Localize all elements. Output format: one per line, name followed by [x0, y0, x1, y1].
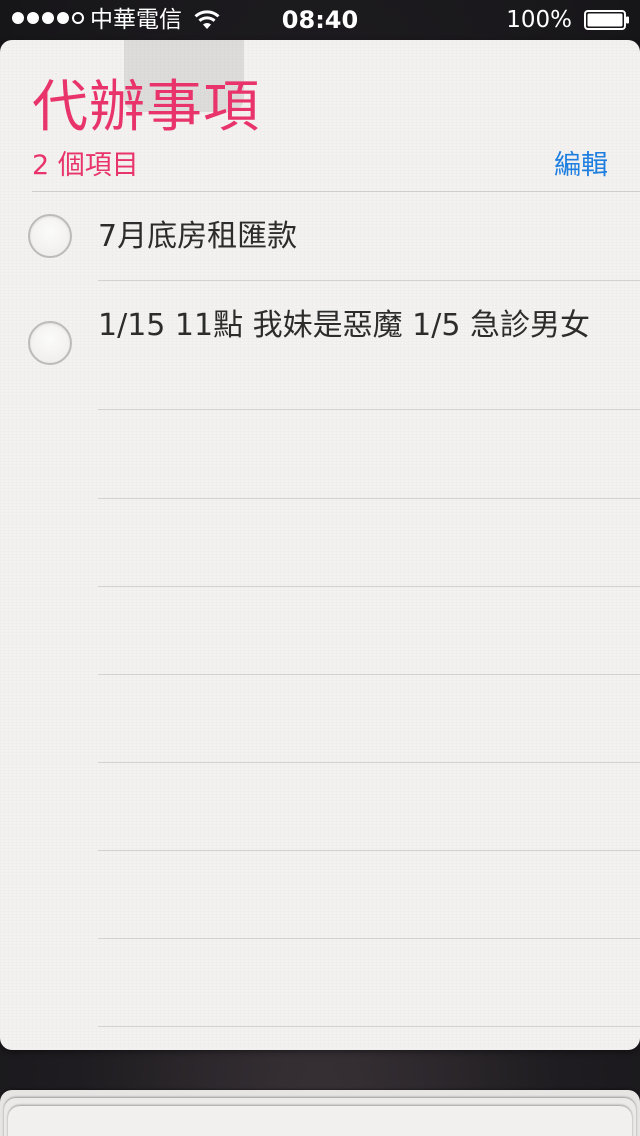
edit-button[interactable]: 編輯 [554, 148, 608, 184]
item-text[interactable]: 1/15 11點 我妹是惡魔 1/5 急診男女 [98, 306, 608, 346]
line-divider [98, 586, 640, 587]
line-divider [98, 498, 640, 499]
status-bar: 中華電信 08:40 100% [0, 0, 640, 40]
line-divider [98, 850, 640, 851]
checkbox-circle-icon[interactable] [28, 214, 72, 258]
reminders-list-card: 代辦事項 2 個項目 編輯 7月底房租匯款 1/15 11點 我妹是惡魔 1/5… [0, 40, 640, 1050]
list-item[interactable]: 1/15 11點 我妹是惡魔 1/5 急診男女 [0, 281, 640, 409]
battery-icon [584, 10, 629, 30]
battery-percent: 100% [506, 7, 572, 33]
line-divider [98, 938, 640, 939]
line-divider [98, 409, 640, 410]
item-text[interactable]: 7月底房租匯款 [98, 217, 608, 257]
list-title[interactable]: 代辦事項 [32, 68, 260, 148]
list-item[interactable]: 7月底房租匯款 [0, 192, 640, 280]
line-divider [98, 1026, 640, 1027]
checkbox-circle-icon[interactable] [28, 321, 72, 365]
line-divider [98, 762, 640, 763]
line-divider [98, 674, 640, 675]
stacked-list-card[interactable] [8, 1106, 632, 1136]
item-count: 2 個項目 [32, 150, 139, 181]
